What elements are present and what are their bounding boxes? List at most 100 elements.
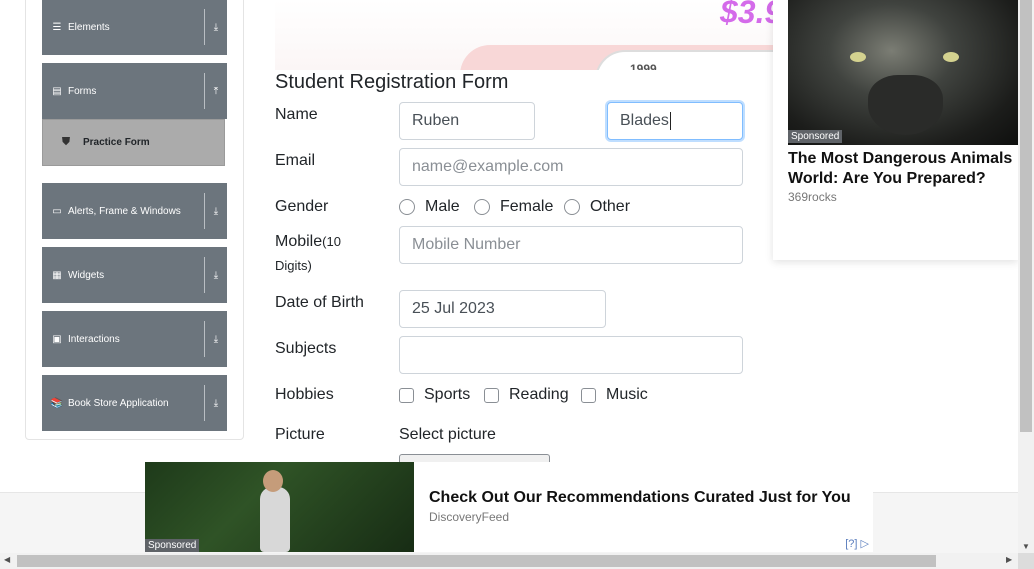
sidebar-group-label: Forms	[68, 85, 97, 97]
last-name-value: Blades	[620, 112, 669, 129]
checkbox-box[interactable]	[399, 387, 414, 403]
snake-snout	[868, 75, 943, 135]
sidebar-group-label: Interactions	[68, 333, 120, 345]
select-picture-label[interactable]: Select picture	[399, 426, 496, 444]
banner-stripe	[595, 50, 775, 70]
email-placeholder: name@example.com	[412, 158, 564, 175]
download-arrow-icon[interactable]: ⤓	[205, 398, 227, 409]
top-banner-ad[interactable]: 1999 $3.9	[275, 0, 775, 70]
scroll-down-icon[interactable]: ▼	[1018, 542, 1034, 551]
sponsored-badge: Sponsored	[788, 130, 843, 143]
radio-circle[interactable]	[399, 199, 415, 215]
sidebar-group-widgets[interactable]: ▦ Widgets ⤓	[42, 247, 227, 303]
window-icon: ▭	[52, 205, 62, 217]
checkbox-label: Sports	[424, 386, 471, 403]
ad-headline-line: The Most Dangerous Animals	[788, 150, 1013, 167]
mobile-label-text: Mobile	[275, 233, 323, 250]
sidebar-group-interactions[interactable]: ▣ Interactions ⤓	[42, 311, 227, 367]
form-title: Student Registration Form	[275, 71, 509, 93]
gender-radio-female[interactable]: Female	[474, 198, 553, 216]
text-caret	[669, 112, 671, 130]
ad-headline[interactable]: The Most Dangerous Animals World: Are Yo…	[788, 149, 1018, 189]
radio-label: Male	[425, 198, 460, 215]
subjects-input[interactable]	[399, 336, 743, 374]
download-arrow-icon[interactable]: ⤓	[205, 22, 227, 33]
checkbox-label: Reading	[509, 386, 569, 403]
picture-label: Picture	[275, 426, 325, 443]
upload-arrow-icon[interactable]: ⤒	[205, 86, 227, 97]
sidebar-item-practice-form[interactable]: ⛊ Practice Form	[42, 119, 225, 166]
name-label: Name	[275, 106, 318, 123]
horizontal-scrollbar[interactable]: ◀ ▶	[0, 553, 1018, 569]
html5-icon: ⛊	[61, 136, 71, 148]
gender-radio-male[interactable]: Male	[399, 198, 460, 216]
email-input[interactable]: name@example.com	[399, 148, 743, 186]
person-figure	[260, 487, 290, 552]
radio-label: Female	[500, 198, 554, 215]
sidebar-group-label: Elements	[68, 21, 110, 33]
sidebar-group-forms[interactable]: ▤ Forms ⤒	[42, 63, 227, 119]
scrollbar-thumb[interactable]	[1020, 0, 1032, 432]
sidebar-group-label: Alerts, Frame & Windows	[68, 205, 181, 217]
snake-eye	[850, 52, 866, 62]
download-arrow-icon[interactable]: ⤓	[205, 334, 227, 345]
last-name-input[interactable]: Blades	[607, 102, 743, 140]
hamburger-icon: ☰	[52, 21, 62, 33]
ad-info-text: [?]	[845, 538, 858, 550]
scroll-right-icon[interactable]: ▶	[1006, 555, 1012, 564]
right-ad[interactable]: Sponsored The Most Dangerous Animals Wor…	[773, 0, 1018, 260]
banner-price: $3.9	[720, 0, 775, 30]
radio-circle[interactable]	[564, 199, 580, 215]
books-icon: 📚	[50, 397, 64, 409]
scrollbar-corner	[1018, 553, 1034, 569]
sidebar-item-label: Practice Form	[83, 137, 150, 148]
scrollbar-thumb[interactable]	[17, 555, 936, 567]
checkbox-box[interactable]	[484, 387, 499, 403]
scroll-left-icon[interactable]: ◀	[4, 555, 10, 564]
vertical-scrollbar[interactable]: ▼	[1018, 0, 1034, 553]
radio-circle[interactable]	[474, 199, 490, 215]
ad-image[interactable]	[788, 0, 1018, 145]
ad-image[interactable]: Sponsored	[145, 462, 414, 552]
dob-value: 25 Jul 2023	[412, 300, 495, 317]
snake-eye	[943, 52, 959, 62]
page: ☰ Elements ⤓ ▤ Forms ⤒ ⛊ Practice Form ▭…	[0, 0, 1034, 569]
download-arrow-icon[interactable]: ⤓	[205, 270, 227, 281]
person-head	[263, 470, 283, 492]
gender-radio-other[interactable]: Other	[564, 198, 630, 216]
hobby-checkbox-music[interactable]: Music	[581, 386, 648, 404]
list-icon: ▣	[52, 333, 62, 345]
sidebar-group-label: Widgets	[68, 269, 105, 281]
mobile-placeholder: Mobile Number	[412, 236, 521, 253]
grid-icon: ▦	[52, 269, 62, 281]
download-arrow-icon[interactable]: ⤓	[205, 206, 227, 217]
document-icon: ▤	[52, 85, 62, 97]
checkbox-label: Music	[606, 386, 648, 403]
first-name-value: Ruben	[412, 112, 460, 129]
radio-label: Other	[590, 198, 631, 215]
hobbies-label: Hobbies	[275, 386, 334, 403]
gender-label: Gender	[275, 198, 329, 215]
checkbox-box[interactable]	[581, 387, 596, 403]
hobby-checkbox-sports[interactable]: Sports	[399, 386, 470, 404]
email-label: Email	[275, 152, 316, 169]
ad-source: 369rocks	[788, 190, 837, 204]
sidebar-group-elements[interactable]: ☰ Elements ⤓	[42, 0, 227, 55]
bottom-ad[interactable]: Sponsored Check Out Our Recommendations …	[145, 462, 873, 552]
dob-label: Date of Birth	[275, 294, 364, 311]
mobile-input[interactable]: Mobile Number	[399, 226, 743, 264]
ad-source: DiscoveryFeed	[429, 510, 510, 524]
subjects-label: Subjects	[275, 340, 337, 357]
sidebar-group-book-store[interactable]: 📚 Book Store Application ⤓	[42, 375, 227, 431]
banner-number: 1999	[630, 62, 657, 70]
sidebar-group-label: Book Store Application	[68, 397, 169, 409]
adchoices-icon[interactable]: [?] ▷	[845, 537, 869, 550]
sidebar-group-alerts[interactable]: ▭ Alerts, Frame & Windows ⤓	[42, 183, 227, 239]
hobby-checkbox-reading[interactable]: Reading	[484, 386, 569, 404]
mobile-label: Mobile(10 Digits)	[275, 230, 375, 278]
ad-headline[interactable]: Check Out Our Recommendations Curated Ju…	[429, 489, 851, 507]
date-of-birth-input[interactable]: 25 Jul 2023	[399, 290, 606, 328]
sponsored-badge: Sponsored	[145, 539, 200, 552]
first-name-input[interactable]: Ruben	[399, 102, 535, 140]
ad-headline-line: World: Are You Prepared?	[788, 170, 986, 187]
